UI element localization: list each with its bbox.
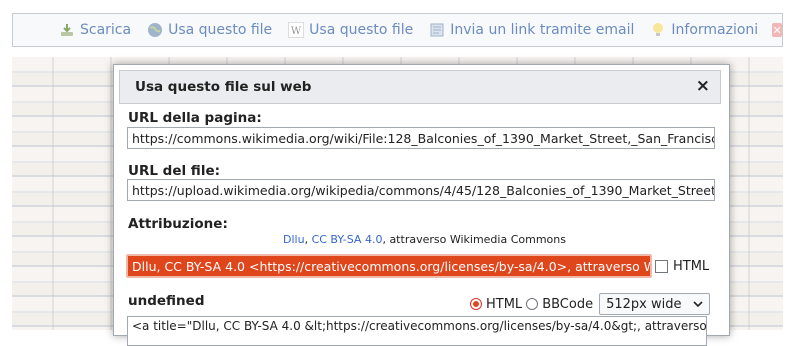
globe-icon	[146, 21, 164, 39]
html-checkbox[interactable]	[655, 260, 668, 273]
dialog-header: Usa questo file sul web ×	[119, 70, 721, 104]
size-select-value: 512px wide	[606, 296, 682, 312]
attribution-html-toggle[interactable]: HTML	[655, 259, 709, 274]
download-label: Scarica	[80, 22, 132, 38]
embed-options: HTML BBCode 512px wide	[470, 293, 711, 315]
dialog-title: Usa questo file sul web	[135, 79, 312, 95]
attribution-label: Attribuzione:	[128, 216, 228, 232]
email-icon	[428, 21, 446, 39]
page-url-label: URL della pagina:	[128, 110, 262, 126]
html-radio-label: HTML	[486, 296, 523, 312]
info-link[interactable]: Informazioni	[649, 21, 758, 39]
download-icon	[58, 21, 76, 39]
embed-code-field[interactable]: <a title="Dllu, CC BY-SA 4.0 &lt;https:/…	[127, 316, 707, 346]
html-checkbox-label: HTML	[673, 259, 710, 274]
file-toolbar: Scarica Usa questo file W Usa questo fil…	[12, 13, 783, 47]
attribution-field[interactable]: Dllu, CC BY-SA 4.0 <https://creativecomm…	[126, 254, 652, 278]
use-file-dialog: Usa questo file sul web × URL della pagi…	[113, 64, 730, 346]
dialog-close-button[interactable]: ×	[696, 76, 710, 96]
html-radio[interactable]	[470, 298, 482, 310]
use-file-wiki-link[interactable]: W Usa questo file	[287, 21, 413, 39]
file-url-field[interactable]: https://upload.wikimedia.org/wikipedia/c…	[127, 179, 715, 201]
wikipedia-icon: W	[287, 21, 305, 39]
info-label: Informazioni	[671, 22, 759, 38]
close-icon[interactable]: ✕	[772, 23, 782, 37]
file-url-label: URL del file:	[128, 163, 220, 179]
license-link[interactable]: CC BY-SA 4.0	[312, 233, 383, 246]
lightbulb-icon	[649, 21, 667, 39]
embed-label: undefined	[128, 293, 205, 309]
use-file-web-label: Usa questo file	[168, 22, 273, 38]
email-link[interactable]: Invia un link tramite email	[428, 21, 634, 39]
use-file-web-link[interactable]: Usa questo file	[146, 21, 272, 39]
attribution-preview: Dllu, CC BY-SA 4.0, attraverso Wikimedia…	[283, 233, 566, 246]
email-label: Invia un link tramite email	[450, 22, 635, 38]
page-url-field[interactable]: https://commons.wikimedia.org/wiki/File:…	[127, 127, 715, 149]
bbcode-radio[interactable]	[526, 298, 539, 310]
chevron-down-icon	[693, 297, 703, 312]
embed-html-option[interactable]: HTML	[470, 297, 522, 312]
author-link[interactable]: Dllu	[283, 233, 305, 246]
attribution-preview-rest: , attraverso Wikimedia Commons	[382, 233, 566, 246]
svg-text:W: W	[291, 26, 302, 37]
download-link[interactable]: Scarica	[58, 21, 131, 39]
size-select[interactable]: 512px wide	[599, 293, 711, 315]
use-file-wiki-label: Usa questo file	[309, 22, 414, 38]
embed-bbcode-option[interactable]: BBCode	[526, 297, 593, 312]
embed-row: undefined HTML BBCode 512px wide	[114, 293, 729, 315]
bbcode-radio-label: BBCode	[542, 296, 594, 312]
